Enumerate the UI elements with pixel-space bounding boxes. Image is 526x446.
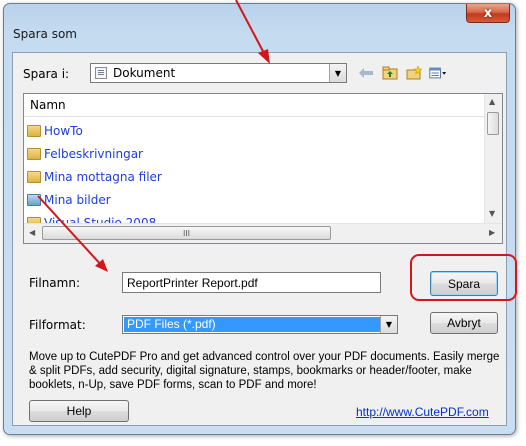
pictures-folder-icon <box>27 193 41 206</box>
list-item-label: HowTo <box>44 123 83 138</box>
scroll-left-icon[interactable]: ◀ <box>29 228 35 237</box>
back-arrow-icon[interactable] <box>357 65 375 81</box>
navigation-toolbar <box>357 64 447 82</box>
folder-icon <box>27 124 41 137</box>
filename-label: Filnamn: <box>29 276 80 290</box>
horizontal-scroll-thumb[interactable]: III <box>42 226 331 240</box>
cutepdf-link[interactable]: http://www.CutePDF.com <box>356 405 489 419</box>
look-in-label: Spara i: <box>23 67 70 81</box>
help-button-label: Help <box>66 404 92 418</box>
file-list[interactable]: Namn HowTo Felbeskrivningar Mina mottagn… <box>23 93 503 244</box>
scroll-grip: III <box>182 228 191 238</box>
file-list-items: HowTo Felbeskrivningar Mina mottagna fil… <box>27 119 162 234</box>
list-item-label: Mina bilder <box>44 192 111 207</box>
chevron-down-icon[interactable]: ▼ <box>380 316 397 333</box>
title-bar[interactable]: Spara som x <box>4 4 515 41</box>
scroll-down-icon[interactable]: ▼ <box>489 209 495 218</box>
horizontal-scrollbar[interactable]: ◀ III ▶ <box>24 223 502 243</box>
save-button[interactable]: Spara <box>430 271 498 296</box>
look-in-row: Spara i: Dokument ▼ <box>23 63 503 85</box>
close-button[interactable]: x <box>466 4 510 23</box>
save-button-label: Spara <box>447 276 481 291</box>
column-header-label: Namn <box>30 98 66 112</box>
filename-field[interactable] <box>122 272 381 293</box>
cancel-button-label: Avbryt <box>447 316 481 330</box>
chevron-down-icon[interactable]: ▼ <box>329 64 346 82</box>
file-format-value: PDF Files (*.pdf) <box>124 317 380 332</box>
documents-icon <box>95 67 107 79</box>
look-in-dropdown[interactable]: Dokument ▼ <box>90 63 347 83</box>
vertical-scrollbar[interactable]: ▲ ▼ <box>484 94 502 224</box>
list-item[interactable]: Felbeskrivningar <box>27 142 162 165</box>
column-header-name[interactable]: Namn <box>24 94 485 117</box>
list-item[interactable]: Mina mottagna filer <box>27 165 162 188</box>
window-title: Spara som <box>13 27 77 41</box>
help-button[interactable]: Help <box>29 400 129 422</box>
list-item-label: Felbeskrivningar <box>44 146 143 161</box>
new-folder-icon[interactable] <box>405 65 423 81</box>
look-in-value: Dokument <box>113 66 176 80</box>
folder-icon <box>27 170 41 183</box>
up-folder-icon[interactable] <box>381 65 399 81</box>
scroll-right-icon[interactable]: ▶ <box>489 228 495 237</box>
upgrade-info-text: Move up to CutePDF Pro and get advanced … <box>29 351 500 391</box>
file-format-dropdown[interactable]: PDF Files (*.pdf) ▼ <box>122 315 398 334</box>
list-item-label: Mina mottagna filer <box>44 169 162 184</box>
list-item[interactable]: HowTo <box>27 119 162 142</box>
vertical-scroll-thumb[interactable] <box>487 112 499 135</box>
folder-icon <box>27 147 41 160</box>
cancel-button[interactable]: Avbryt <box>430 312 498 334</box>
view-menu-icon[interactable] <box>429 65 447 81</box>
file-format-label: Filformat: <box>29 318 86 332</box>
list-item[interactable]: Mina bilder <box>27 188 162 211</box>
dialog-body: Spara i: Dokument ▼ Namn HowTo Felbeskri… <box>12 52 507 426</box>
save-as-dialog: Spara som x Spara i: Dokument ▼ Namn How… <box>3 3 516 435</box>
scroll-up-icon[interactable]: ▲ <box>489 97 495 106</box>
